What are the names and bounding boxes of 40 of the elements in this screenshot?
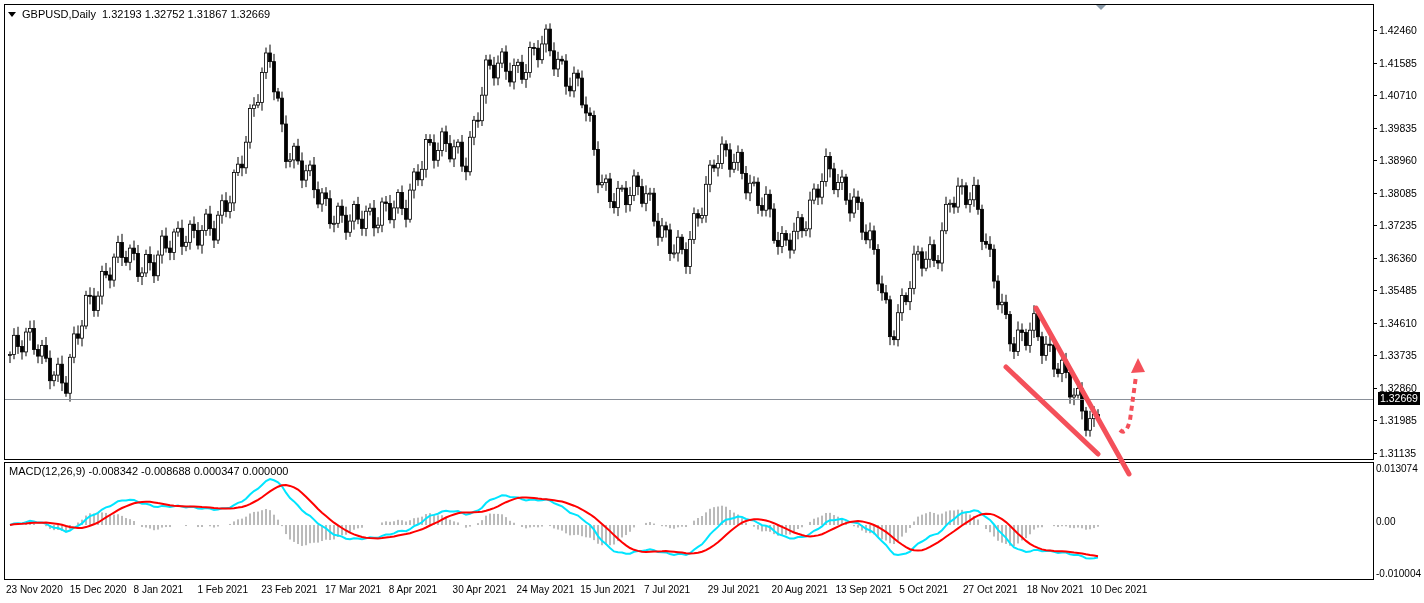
price-axis-label: 1.36360 <box>1374 251 1417 265</box>
date-axis-label: 29 Jul 2021 <box>707 584 760 595</box>
current-price-tag: 1.32669 <box>1378 392 1420 405</box>
date-axis-label: 24 May 2021 <box>516 584 575 595</box>
date-axis-label: 7 Jul 2021 <box>644 584 691 595</box>
price-axis-label: 1.39835 <box>1374 121 1417 135</box>
date-axis-label: 1 Feb 2021 <box>197 584 248 595</box>
price-axis-label: 1.31135 <box>1374 446 1417 460</box>
date-axis-label: 15 Dec 2020 <box>69 584 127 595</box>
macd-axis-label: -0.010004 <box>1376 567 1423 580</box>
price-axis-label: 1.38085 <box>1374 186 1417 200</box>
date-axis-label: 23 Nov 2020 <box>6 584 63 595</box>
date-axis-label: 8 Apr 2021 <box>388 584 438 595</box>
date-axis-label: 15 Jun 2021 <box>580 584 636 595</box>
dropdown-arrow-icon[interactable] <box>8 11 16 17</box>
date-axis-label: 13 Sep 2021 <box>835 584 893 595</box>
price-axis-label: 1.40710 <box>1374 89 1417 102</box>
date-axis-label: 23 Feb 2021 <box>261 584 318 595</box>
date-axis-label: 8 Jan 2021 <box>133 584 184 595</box>
date-axis-label: 10 Dec 2021 <box>1090 584 1148 595</box>
price-axis-label: 1.38960 <box>1374 154 1417 167</box>
ohlc-values: 1.32193 1.32752 1.31867 1.32669 <box>101 8 271 20</box>
date-axis-label: 5 Oct 2021 <box>899 584 949 595</box>
macd-label: MACD(12,26,9) -0.008342 -0.008688 0.000347 0.000000 <box>9 465 291 477</box>
price-axis-label: 1.37235 <box>1374 219 1417 232</box>
price-axis-label: 1.34610 <box>1374 316 1417 330</box>
date-axis-label: 27 Oct 2021 <box>963 584 1018 595</box>
date-axis-label: 20 Aug 2021 <box>771 584 828 595</box>
date-axis-label: 30 Apr 2021 <box>452 584 507 595</box>
macd-axis-label: 0.00 <box>1376 514 1397 528</box>
shift-marker-icon[interactable] <box>1096 5 1106 10</box>
price-axis-label: 1.35485 <box>1374 284 1417 297</box>
date-axis-label: 18 Nov 2021 <box>1026 584 1084 595</box>
price-axis-label: 1.31985 <box>1374 414 1417 427</box>
symbol-label: GBPUSD,Daily <box>22 8 96 20</box>
price-axis-label: 1.33735 <box>1374 349 1417 362</box>
price-axis-label: 1.41585 <box>1374 56 1417 70</box>
date-axis-label: 17 Mar 2021 <box>325 584 382 595</box>
macd-axis-label: 0.013074 <box>1376 462 1419 475</box>
price-axis-label: 1.42460 <box>1374 24 1417 37</box>
